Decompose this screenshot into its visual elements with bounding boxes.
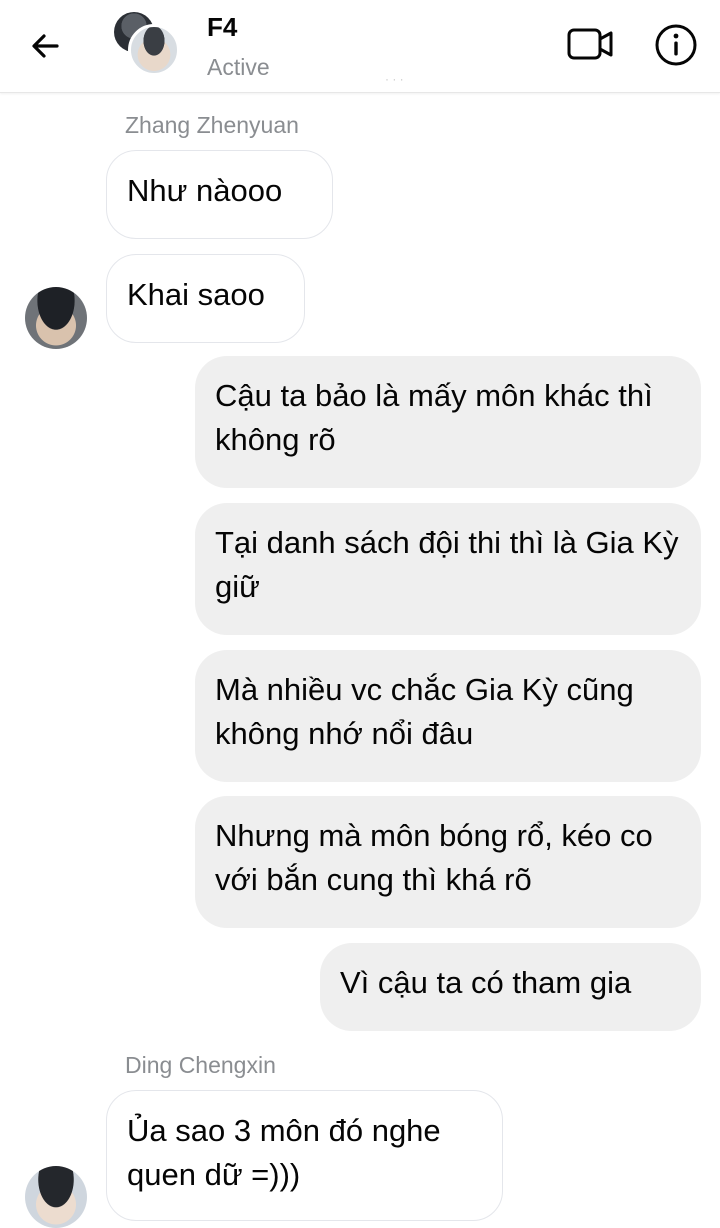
- message-bubble-outgoing[interactable]: Vì cậu ta có tham gia: [320, 943, 701, 1031]
- video-call-button[interactable]: [566, 22, 616, 66]
- info-icon: [655, 24, 697, 66]
- message-bubble-outgoing[interactable]: Cậu ta bảo là mấy môn khác thì không rõ: [195, 356, 701, 488]
- arrow-left-icon: [32, 34, 59, 58]
- chat-header: F4 Active · · ·: [0, 0, 720, 93]
- message-bubble-incoming[interactable]: Khai saoo: [106, 254, 305, 343]
- sender-name: Zhang Zhenyuan: [125, 112, 299, 138]
- decorative-mark: · · ·: [385, 72, 404, 86]
- sender-name: Ding Chengxin: [125, 1052, 276, 1078]
- video-camera-icon: [567, 28, 613, 60]
- avatar[interactable]: [25, 1166, 87, 1228]
- back-button[interactable]: [24, 24, 68, 68]
- active-status: Active: [207, 54, 270, 80]
- group-avatar[interactable]: [112, 10, 180, 76]
- info-button[interactable]: [653, 22, 699, 68]
- message-bubble-outgoing[interactable]: Tại danh sách đội thi thì là Gia Kỳ giữ: [195, 503, 701, 635]
- chat-title[interactable]: F4: [207, 12, 237, 43]
- message-bubble-incoming[interactable]: Ủa sao 3 môn đó nghe quen dữ =))): [106, 1090, 503, 1221]
- message-bubble-incoming[interactable]: Như nàooo: [106, 150, 333, 239]
- member-avatar: [128, 24, 180, 76]
- avatar[interactable]: [25, 287, 87, 349]
- message-bubble-outgoing[interactable]: Nhưng mà môn bóng rổ, kéo co với bắn cun…: [195, 796, 701, 928]
- message-bubble-outgoing[interactable]: Mà nhiều vc chắc Gia Kỳ cũng không nhớ n…: [195, 650, 701, 782]
